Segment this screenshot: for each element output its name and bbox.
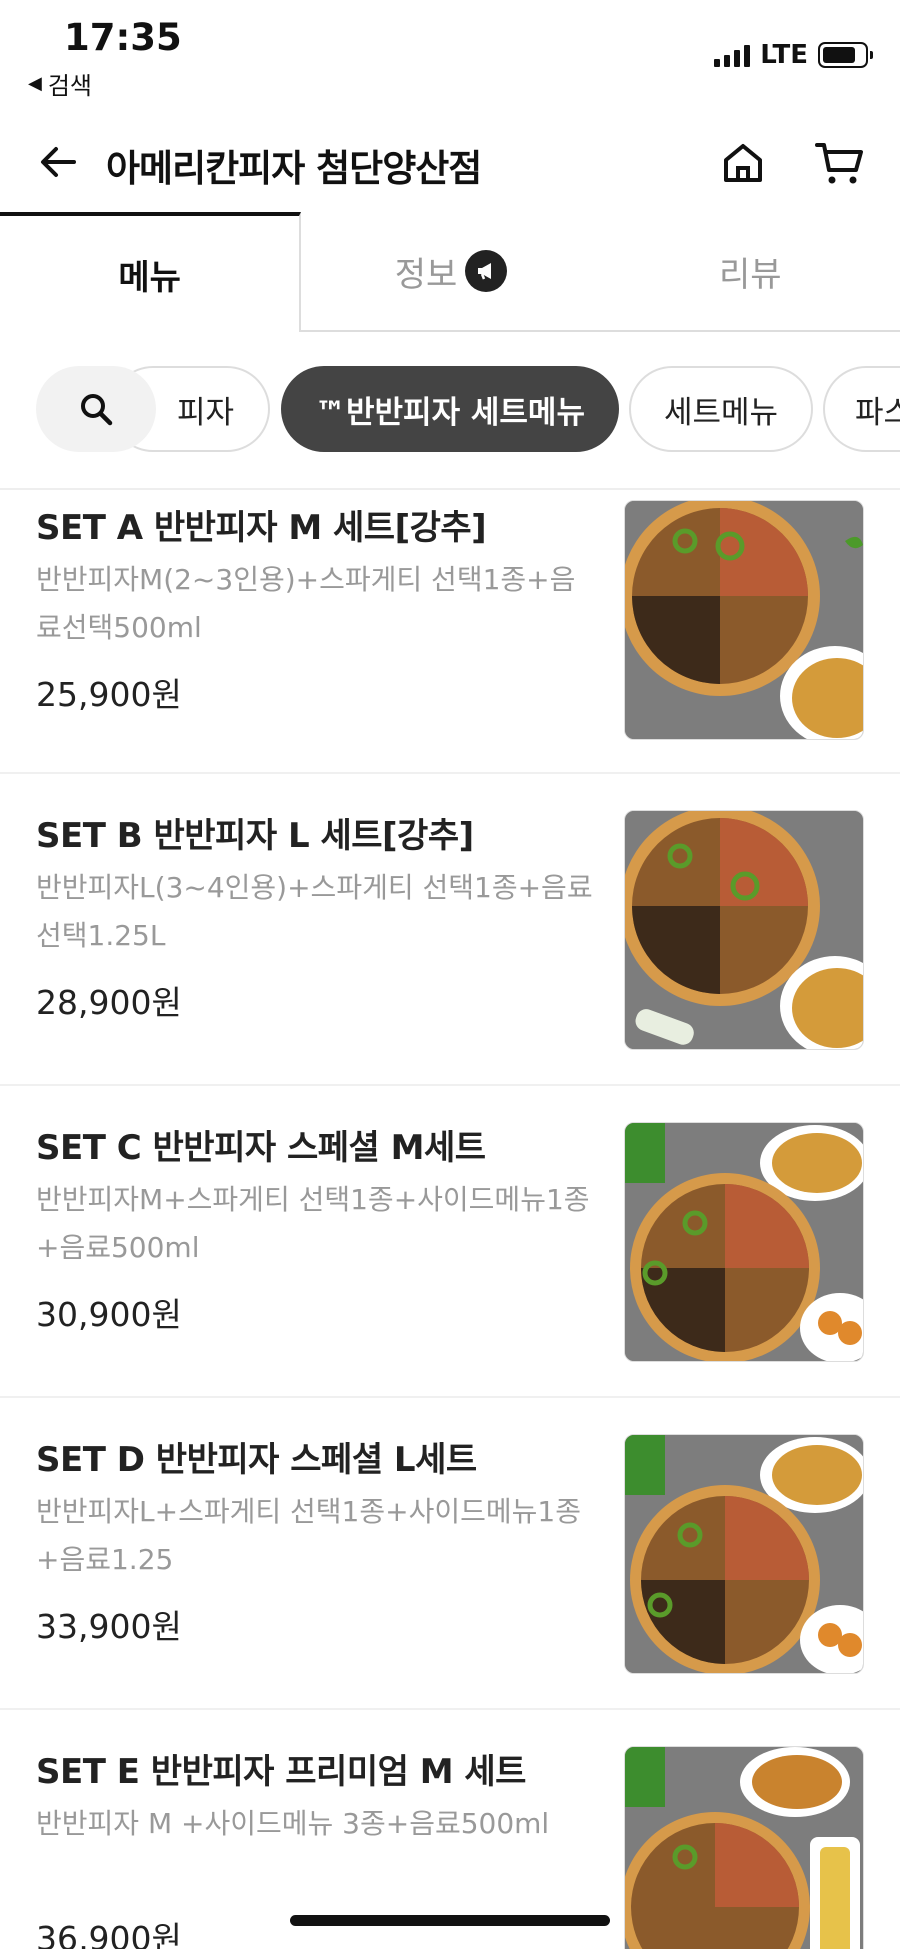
menu-item[interactable]: SET B 반반피자 L 세트[강추] 반반피자L(3~4인용)+스파게티 선택… — [0, 774, 900, 1086]
chip-half-half-set[interactable]: ™반반피자 세트메뉴 — [281, 366, 619, 452]
back-triangle-icon: ◀ — [28, 73, 42, 94]
menu-item-name: SET C 반반피자 스페셜 M세트 — [36, 1128, 486, 1168]
tab-info-label: 정보 — [394, 254, 458, 295]
menu-item-photo — [624, 1122, 864, 1362]
menu-item-name: SET A 반반피자 M 세트[강추] — [36, 508, 487, 548]
back-arrow-icon[interactable] — [34, 138, 82, 186]
network-label: LTE — [760, 40, 808, 70]
tab-menu[interactable]: 메뉴 — [0, 212, 302, 332]
tab-info[interactable]: 정보 — [301, 212, 601, 332]
menu-item-desc: 반반피자M(2~3인용)+스파게티 선택1종+음료선택500ml — [36, 563, 576, 644]
cart-icon[interactable] — [814, 138, 866, 188]
menu-item-name: SET B 반반피자 L 세트[강추] — [36, 816, 474, 856]
menu-item-photo — [624, 1434, 864, 1674]
menu-item-photo — [624, 1746, 864, 1949]
menu-item-name: SET D 반반피자 스페셜 L세트 — [36, 1440, 477, 1480]
menu-item[interactable]: SET A 반반피자 M 세트[강추] 반반피자M(2~3인용)+스파게티 선택… — [0, 490, 900, 774]
back-to-search-label: 검색 — [47, 72, 93, 100]
chip-pizza-label: 피자 — [176, 394, 234, 431]
menu-item-price: 30,900원 — [36, 1295, 182, 1334]
menu-search-button[interactable] — [36, 366, 156, 452]
store-title: 아메리칸피자 첨단양산점 — [106, 147, 482, 190]
menu-item-desc: 반반피자 M +사이드메뉴 3종+음료500ml — [36, 1807, 550, 1840]
megaphone-icon — [465, 250, 508, 292]
store-tabs: 메뉴 정보 리뷰 — [0, 212, 900, 332]
menu-item-photo — [624, 810, 864, 1050]
menu-list: SET A 반반피자 M 세트[강추] 반반피자M(2~3인용)+스파게티 선택… — [0, 490, 900, 1949]
menu-item-price: 28,900원 — [36, 983, 182, 1022]
home-indicator — [290, 1915, 610, 1926]
tab-menu-label: 메뉴 — [118, 257, 181, 298]
menu-item-name: SET E 반반피자 프리미엄 M 세트 — [36, 1752, 526, 1792]
menu-item[interactable]: SET C 반반피자 스페셜 M세트 반반피자M+스파게티 선택1종+사이드메뉴… — [0, 1086, 900, 1398]
status-indicators: LTE — [714, 40, 873, 70]
back-to-search[interactable]: ◀ 검색 — [28, 66, 92, 101]
tab-review-label: 리뷰 — [719, 254, 782, 295]
chip-pasta-label: 파스 — [855, 394, 900, 431]
menu-item-price: 25,900원 — [36, 675, 182, 714]
status-time: 17:35 — [64, 16, 182, 59]
category-chips: 피자 ™반반피자 세트메뉴 세트메뉴 파스 — [0, 362, 900, 456]
menu-item-price: 36,900원 — [36, 1919, 182, 1949]
home-icon[interactable] — [718, 138, 768, 188]
chip-pasta[interactable]: 파스 — [823, 366, 900, 452]
signal-icon — [714, 43, 751, 67]
tab-review[interactable]: 리뷰 — [600, 212, 900, 332]
menu-item-photo — [624, 500, 864, 740]
menu-item-price: 33,900원 — [36, 1607, 182, 1646]
status-bar: 17:35 ◀ 검색 LTE — [0, 0, 900, 110]
chip-half-half-set-label: ™반반피자 세트메뉴 — [315, 394, 585, 431]
menu-item[interactable]: SET E 반반피자 프리미엄 M 세트 반반피자 M +사이드메뉴 3종+음료… — [0, 1710, 900, 1949]
menu-item-desc: 반반피자L+스파게티 선택1종+사이드메뉴1종+음료1.25 — [36, 1495, 581, 1576]
menu-item-desc: 반반피자L(3~4인용)+스파게티 선택1종+음료선택1.25L — [36, 871, 593, 952]
battery-icon — [818, 42, 873, 68]
chip-set-menu[interactable]: 세트메뉴 — [629, 366, 813, 452]
search-icon — [81, 394, 113, 426]
menu-item[interactable]: SET D 반반피자 스페셜 L세트 반반피자L+스파게티 선택1종+사이드메뉴… — [0, 1398, 900, 1710]
menu-item-desc: 반반피자M+스파게티 선택1종+사이드메뉴1종+음료500ml — [36, 1183, 590, 1264]
chip-set-menu-label: 세트메뉴 — [663, 394, 779, 431]
app-header: 아메리칸피자 첨단양산점 — [0, 118, 900, 210]
